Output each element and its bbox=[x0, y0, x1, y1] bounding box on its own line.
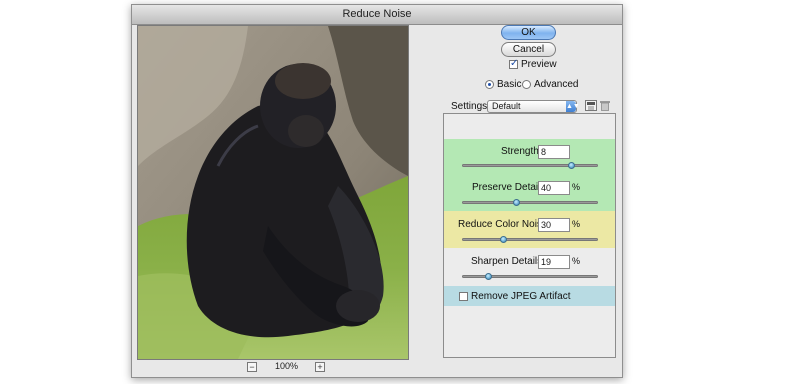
zoom-controls: − 100% + bbox=[247, 361, 327, 374]
settings-select[interactable]: Default ▲▼ bbox=[487, 100, 580, 113]
zoom-out-button[interactable]: − bbox=[247, 362, 257, 372]
strength-label: Strength: bbox=[501, 146, 542, 157]
settings-panel: Strength: 8 Preserve Details: 40 % Reduc… bbox=[443, 113, 616, 358]
preserve-details-label: Preserve Details: bbox=[472, 182, 549, 193]
remove-jpeg-artifact-checkbox[interactable] bbox=[459, 292, 468, 301]
trash-icon[interactable] bbox=[599, 100, 611, 111]
preview-image[interactable] bbox=[137, 25, 409, 360]
sharpen-details-label: Sharpen Details: bbox=[471, 256, 545, 267]
save-disk-icon[interactable] bbox=[585, 100, 597, 111]
strength-slider-thumb[interactable] bbox=[567, 162, 575, 169]
reduce-color-noise-label: Reduce Color Noise: bbox=[458, 219, 551, 230]
basic-label: Basic bbox=[497, 79, 522, 90]
sharpen-details-slider-thumb[interactable] bbox=[484, 273, 492, 280]
preserve-details-unit: % bbox=[572, 182, 581, 192]
preview-checkbox[interactable] bbox=[509, 58, 518, 69]
zoom-level: 100% bbox=[275, 361, 299, 371]
settings-label: Settings: bbox=[451, 101, 490, 112]
gorilla-photo bbox=[138, 26, 408, 359]
jpeg-artifact-band: Remove JPEG Artifact bbox=[444, 286, 615, 306]
remove-jpeg-artifact-label: Remove JPEG Artifact bbox=[471, 291, 571, 302]
ok-button[interactable]: OK bbox=[501, 25, 556, 40]
preserve-details-slider-track[interactable] bbox=[462, 201, 598, 204]
settings-value: Default bbox=[492, 101, 521, 111]
sharpen-details-input[interactable]: 19 bbox=[538, 255, 570, 269]
reduce-color-noise-band: Reduce Color Noise: 30 % bbox=[444, 211, 615, 248]
strength-slider-track[interactable] bbox=[462, 164, 598, 167]
sharpen-details-slider-track[interactable] bbox=[462, 275, 598, 278]
zoom-in-button[interactable]: + bbox=[315, 362, 325, 372]
window-title: Reduce Noise bbox=[132, 5, 622, 25]
preserve-details-input[interactable]: 40 bbox=[538, 181, 570, 195]
reduce-color-noise-slider-track[interactable] bbox=[462, 238, 598, 241]
advanced-label: Advanced bbox=[534, 79, 579, 90]
advanced-radio[interactable] bbox=[522, 80, 531, 89]
strength-input[interactable]: 8 bbox=[538, 145, 570, 159]
preserve-details-slider-thumb[interactable] bbox=[513, 199, 521, 206]
reduce-color-noise-input[interactable]: 30 bbox=[538, 218, 570, 232]
sharpen-details-band: Sharpen Details: 19 % bbox=[444, 248, 615, 285]
cancel-button[interactable]: Cancel bbox=[501, 42, 556, 57]
sharpen-details-unit: % bbox=[572, 256, 581, 266]
reduce-color-noise-unit: % bbox=[572, 219, 581, 229]
reduce-color-noise-slider-thumb[interactable] bbox=[499, 236, 507, 243]
reduce-noise-dialog: Reduce Noise − 100% + OK Cancel ✓ Previe… bbox=[131, 4, 623, 378]
strength-band: Strength: 8 bbox=[444, 139, 615, 174]
up-down-arrow-icon: ▲▼ bbox=[566, 101, 580, 112]
preserve-details-band: Preserve Details: 40 % bbox=[444, 174, 615, 211]
preview-label: Preview bbox=[521, 59, 557, 70]
basic-radio[interactable] bbox=[485, 80, 494, 89]
